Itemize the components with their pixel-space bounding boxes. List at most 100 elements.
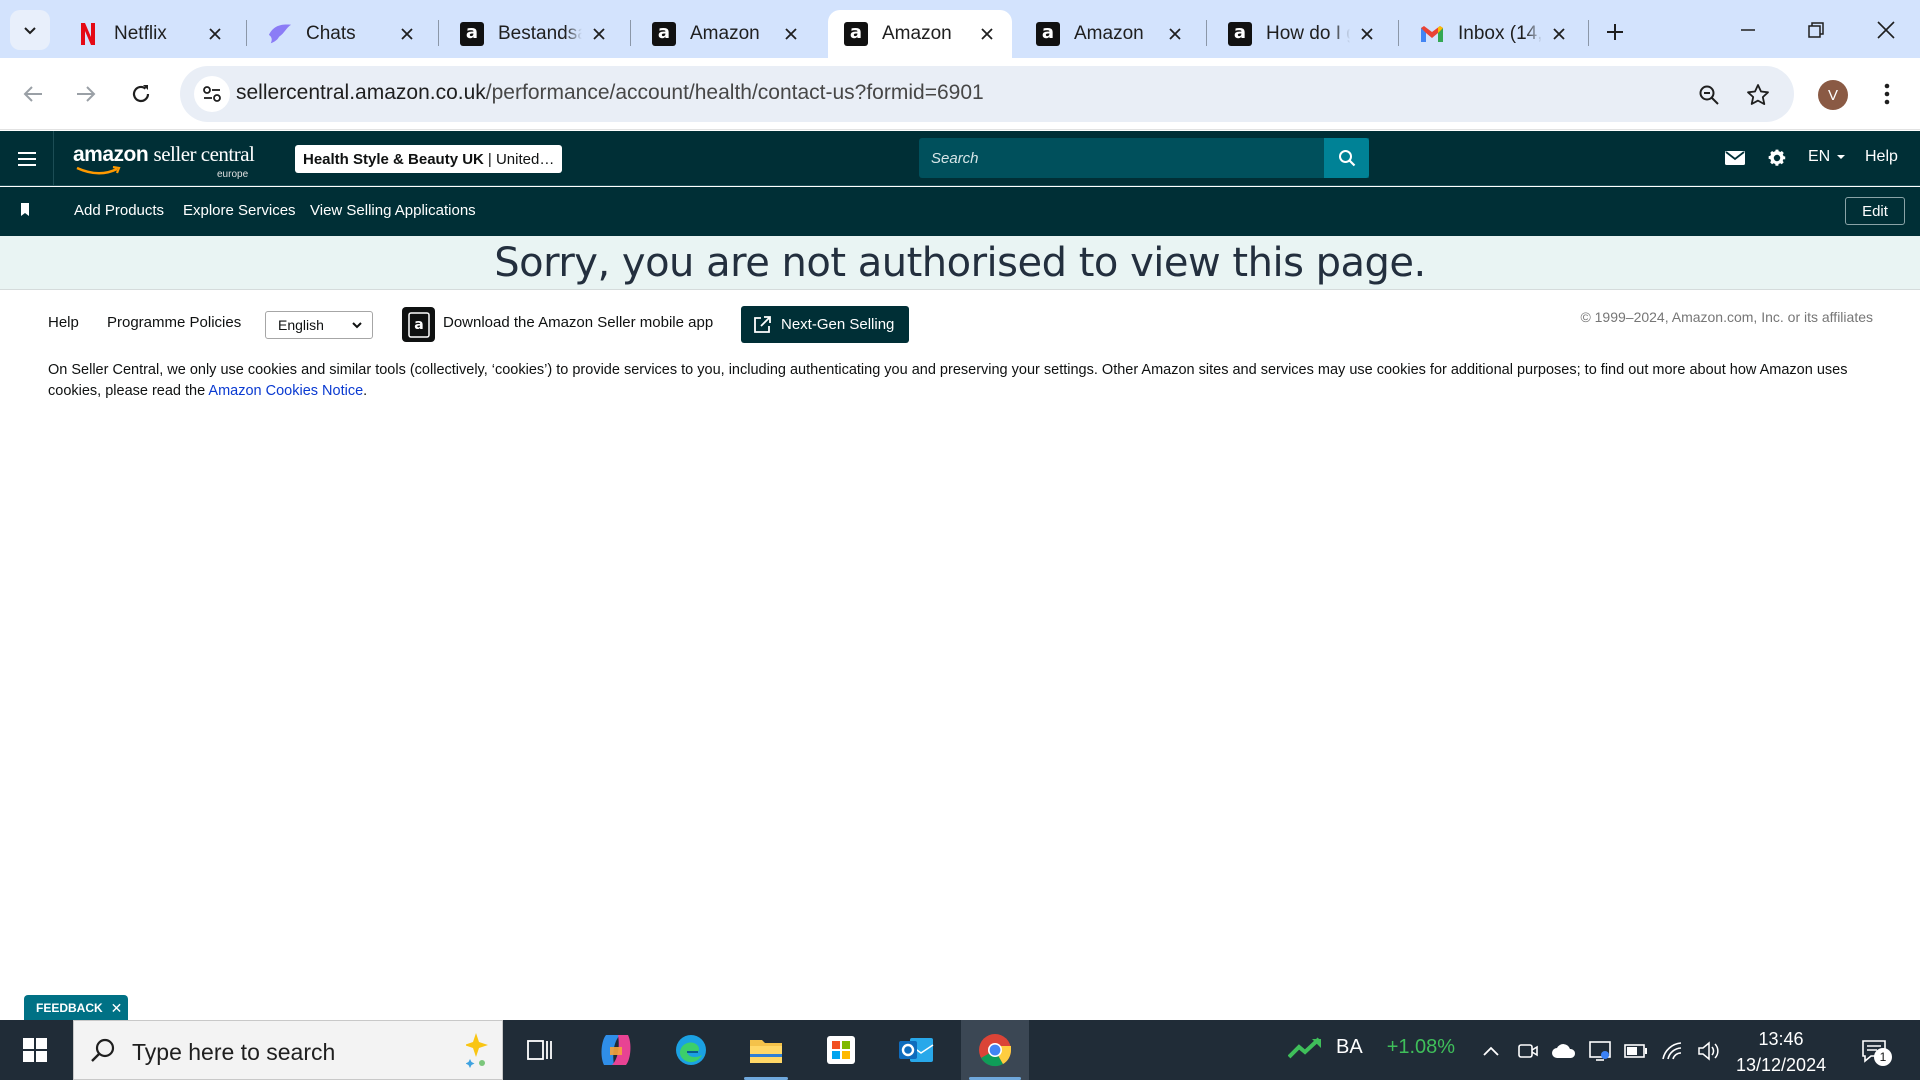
taskbar-edge[interactable]	[661, 1020, 721, 1080]
tray-network[interactable]	[1660, 1038, 1686, 1064]
seller-app-icon[interactable]: a	[402, 307, 435, 342]
download-app-link[interactable]: Download the Amazon Seller mobile app	[443, 314, 713, 331]
seller-search-button[interactable]	[1324, 138, 1369, 178]
video-call-icon	[1518, 1044, 1538, 1058]
ticker-change: +1.08%	[1386, 1036, 1456, 1058]
bookmark-icon[interactable]	[19, 202, 31, 218]
seller-search-input[interactable]	[919, 138, 1369, 178]
nav-explore-services[interactable]: Explore Services	[183, 202, 296, 219]
nav-view-selling-applications[interactable]: View Selling Applications	[310, 202, 476, 219]
battery-icon	[1624, 1044, 1647, 1058]
taskbar-chrome[interactable]	[961, 1020, 1029, 1080]
tray-sync[interactable]	[1587, 1038, 1613, 1064]
tab-gmail-inbox[interactable]: Inbox (14,8	[1404, 10, 1584, 58]
copilot-icon	[601, 1035, 631, 1065]
tab-amazon[interactable]: a Amazon	[1020, 10, 1200, 58]
help-link[interactable]: Help	[1865, 148, 1898, 166]
close-icon[interactable]	[1548, 23, 1570, 45]
close-icon[interactable]	[1164, 23, 1186, 45]
tray-onedrive[interactable]	[1551, 1038, 1577, 1064]
cookies-notice-link[interactable]: Amazon Cookies Notice	[208, 383, 363, 399]
edit-bookmarks-button[interactable]: Edit	[1845, 197, 1905, 225]
close-window-button[interactable]	[1858, 8, 1914, 52]
footer-help-link[interactable]: Help	[48, 314, 79, 331]
tab-netflix[interactable]: Netflix	[60, 10, 240, 58]
settings-button[interactable]	[1762, 143, 1792, 173]
taskbar-outlook[interactable]	[886, 1020, 946, 1080]
restore-button[interactable]	[1788, 8, 1844, 52]
taskbar-search[interactable]: Type here to search	[73, 1020, 503, 1080]
svg-text:a: a	[414, 317, 423, 333]
amazon-smile-icon	[76, 166, 121, 175]
footer-programme-policies-link[interactable]: Programme Policies	[107, 314, 241, 331]
tab-separator	[630, 20, 631, 46]
tab-bestandsaufnahme[interactable]: a Bestandsaufnahme	[444, 10, 624, 58]
bookmark-star-button[interactable]	[1741, 78, 1775, 112]
nav-add-products[interactable]: Add Products	[74, 202, 164, 219]
account-switcher[interactable]: Health Style & Beauty UK | United…	[295, 145, 563, 173]
minimize-button[interactable]	[1720, 8, 1776, 52]
url-text[interactable]: sellercentral.amazon.co.uk/performance/a…	[236, 81, 984, 105]
url-path: /performance/account/health/contact-us?f…	[485, 81, 984, 104]
language-selector[interactable]: EN	[1808, 148, 1848, 166]
account-store: Health Style & Beauty UK	[303, 150, 484, 168]
store-icon	[827, 1036, 855, 1064]
profile-avatar[interactable]: V	[1818, 80, 1848, 110]
tab-title: Inbox (14,8	[1458, 23, 1542, 44]
tray-battery[interactable]	[1623, 1038, 1649, 1064]
close-icon[interactable]	[1356, 23, 1378, 45]
browser-tab-strip: Netflix Chats a Bestandsaufnahme a Amazo…	[0, 0, 1920, 58]
stock-ticker-widget[interactable]: BA +1.08%	[1288, 1036, 1455, 1059]
amazon-app-icon: a	[407, 311, 430, 338]
external-link-icon	[753, 315, 771, 334]
menu-button[interactable]	[0, 131, 54, 186]
tab-amazon-active[interactable]: a Amazon	[828, 10, 1012, 58]
error-message: Sorry, you are not authorised to view th…	[494, 239, 1426, 286]
reload-button[interactable]	[121, 74, 161, 114]
notification-center-button[interactable]: 1	[1854, 1034, 1894, 1068]
close-icon[interactable]	[396, 23, 418, 45]
edge-icon	[676, 1035, 706, 1065]
tab-chats[interactable]: Chats	[252, 10, 432, 58]
wifi-icon	[1662, 1042, 1682, 1060]
tab-title: Amazon	[690, 23, 760, 44]
tab-separator	[246, 20, 247, 46]
taskbar-microsoft-store[interactable]	[811, 1020, 871, 1080]
address-bar[interactable]: sellercentral.amazon.co.uk/performance/a…	[180, 66, 1794, 122]
tab-how-do-i[interactable]: a How do I get	[1212, 10, 1392, 58]
taskbar-copilot[interactable]	[586, 1020, 646, 1080]
forward-button[interactable]	[66, 74, 106, 114]
site-info-button[interactable]	[194, 76, 230, 112]
browser-menu-button[interactable]	[1870, 76, 1904, 112]
taskbar-file-explorer[interactable]	[736, 1020, 796, 1080]
close-icon[interactable]	[976, 23, 998, 45]
footer-language-select[interactable]: English	[265, 311, 373, 339]
start-button[interactable]	[0, 1020, 70, 1080]
cookies-notice: On Seller Central, we only use cookies a…	[48, 360, 1878, 402]
amazon-icon: a	[1036, 22, 1060, 46]
feedback-tab[interactable]: FEEDBACK ✕	[24, 995, 129, 1021]
speaker-icon	[1698, 1041, 1719, 1061]
close-icon[interactable]	[780, 23, 802, 45]
task-view-button[interactable]	[510, 1020, 570, 1080]
error-banner: Sorry, you are not authorised to view th…	[0, 236, 1920, 290]
close-icon[interactable]: ✕	[111, 1000, 123, 1017]
tray-meet-now[interactable]	[1515, 1038, 1541, 1064]
tab-amazon[interactable]: a Amazon	[636, 10, 816, 58]
new-tab-button[interactable]	[1597, 14, 1633, 50]
messages-button[interactable]	[1720, 143, 1750, 173]
tab-title: Amazon	[1074, 23, 1144, 44]
close-icon[interactable]	[588, 23, 610, 45]
amazon-icon: a	[652, 22, 676, 46]
zoom-button[interactable]	[1692, 78, 1726, 112]
show-hidden-icons-button[interactable]	[1478, 1038, 1504, 1064]
taskbar-clock[interactable]: 13:46 13/12/2024	[1736, 1026, 1826, 1078]
close-icon[interactable]	[204, 23, 226, 45]
seller-bookmarks-bar: Add Products Explore Services View Selli…	[0, 187, 1920, 236]
seller-central-logo[interactable]: amazon seller central europe	[73, 142, 255, 180]
tab-title: Bestandsaufnahme	[498, 23, 582, 44]
back-button[interactable]	[13, 74, 53, 114]
tab-search-button[interactable]	[10, 10, 50, 50]
tray-volume[interactable]	[1696, 1038, 1722, 1064]
next-gen-selling-button[interactable]: Next-Gen Selling	[741, 306, 909, 343]
